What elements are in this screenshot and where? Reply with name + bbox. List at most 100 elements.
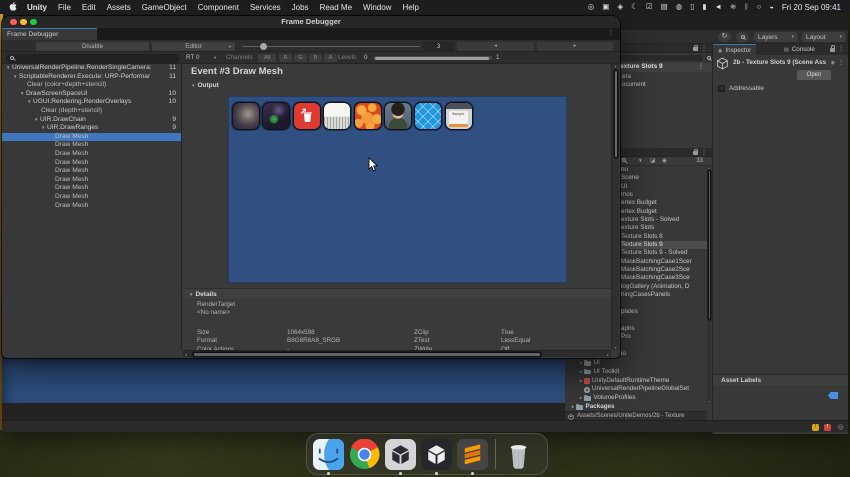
vertical-scrollbar[interactable]: ▴ ▾ (611, 64, 619, 350)
tab-console[interactable]: ▤ Console (779, 44, 820, 55)
console-warning-icon[interactable]: ! (812, 423, 819, 431)
scroll-down-icon[interactable]: ▾ (707, 400, 711, 404)
dock-app-unity-hub[interactable] (385, 438, 416, 475)
apple-menu-icon[interactable] (9, 2, 17, 13)
event-tree-row[interactable]: ▼ UIR.DrawRanges 9 (2, 124, 181, 133)
event-tree-row[interactable]: Draw Mesh (2, 184, 181, 193)
menu-item-help[interactable]: Help (402, 3, 418, 12)
previous-event-button[interactable]: ◂ (457, 41, 534, 51)
menu-item-assets[interactable]: Assets (107, 3, 131, 12)
target-dropdown[interactable]: Editor ▾ (152, 41, 235, 51)
disable-button[interactable]: Disable (36, 41, 149, 51)
lock-icon[interactable] (830, 45, 836, 52)
scrollbar-thumb[interactable] (707, 170, 711, 320)
scroll-down-icon[interactable]: ▾ (612, 346, 619, 350)
shortcuts-icon[interactable]: ◎ (588, 0, 595, 14)
event-slider[interactable] (242, 42, 420, 50)
scrollbar-thumb[interactable] (613, 70, 618, 158)
output-foldout[interactable]: ▼ Output (191, 82, 219, 89)
slider-handle[interactable] (260, 42, 267, 50)
kebab-menu-icon[interactable]: ⋮ (701, 46, 707, 53)
scroll-left-icon[interactable]: ◂ (185, 351, 187, 358)
channel-button-r[interactable]: R (279, 54, 292, 62)
console-error-icon[interactable]: ! (824, 423, 831, 431)
wifi-icon[interactable]: ≋ (730, 0, 736, 14)
ui-sample-texture[interactable]: Sample (444, 102, 473, 130)
project-folder-row[interactable]: ▸ UI (565, 359, 707, 368)
fold-open-icon[interactable]: ▼ (13, 74, 17, 79)
moon-icon[interactable]: ☾ (631, 0, 638, 14)
kebab-menu-icon[interactable]: ⋮ (698, 64, 704, 71)
quilt-texture[interactable] (414, 102, 443, 130)
channel-button-g[interactable]: G (294, 54, 307, 62)
lock-icon[interactable] (693, 148, 699, 155)
display-icon[interactable]: ▣ (602, 0, 609, 14)
kebab-menu-icon[interactable]: ⋮ (608, 30, 614, 37)
event-tree-row[interactable]: ▼ ScriptableRenderer.Execute: URP-Perform… (2, 73, 181, 82)
rt-dropdown[interactable]: RT 0 (186, 52, 199, 64)
lava-texture[interactable] (353, 102, 382, 130)
undo-history-icon[interactable]: ↻ (718, 32, 731, 42)
dock-app-sublime-text[interactable] (457, 438, 488, 475)
dock-app-finder[interactable] (313, 438, 344, 475)
project-folder-row[interactable]: ▸ UI Toolkit (565, 368, 707, 377)
lock-icon[interactable] (693, 44, 699, 51)
menu-item-component[interactable]: Component (198, 3, 239, 12)
event-tree-row[interactable]: Draw Mesh (2, 167, 181, 176)
event-tree-row[interactable]: Draw Mesh (2, 141, 181, 150)
menu-item-read-me[interactable]: Read Me (320, 3, 352, 12)
hierarchy-item[interactable]: ocument (622, 81, 702, 89)
menu-item-gameobject[interactable]: GameObject (142, 3, 187, 12)
fold-open-icon[interactable]: ▼ (6, 65, 10, 70)
bluetooth-icon[interactable]: ᛒ (744, 0, 749, 14)
menu-item-jobs[interactable]: Jobs (292, 3, 309, 12)
hierarchy-item[interactable]: era (622, 73, 702, 81)
project-search-icon[interactable] (622, 158, 626, 165)
kebab-menu-icon[interactable]: ⋮ (838, 46, 844, 53)
project-folder-row[interactable]: UniversalRenderPipelineGlobalSet (565, 385, 707, 394)
event-tree-row[interactable]: Draw Mesh (2, 176, 181, 185)
levels-slider[interactable] (374, 56, 492, 60)
event-tree-row[interactable]: Draw Mesh (2, 132, 181, 142)
scroll-up-icon[interactable]: ▴ (612, 64, 619, 68)
menu-item-services[interactable]: Services (250, 3, 281, 12)
menu-item-edit[interactable]: Edit (82, 3, 96, 12)
frame-debugger-titlebar[interactable]: Frame Debugger (2, 16, 620, 28)
battery-icon[interactable]: ▮ (702, 0, 706, 14)
layout-dropdown[interactable]: Layout ▾ (802, 32, 846, 42)
fur-texture[interactable] (323, 102, 352, 130)
channel-button-a[interactable]: A (324, 54, 337, 62)
event-tree-row[interactable]: ▼ DrawScreenSpaceUI 10 (2, 90, 181, 99)
channel-button-all[interactable]: All (258, 54, 276, 62)
kebab-menu-icon[interactable]: ⋮ (701, 150, 707, 157)
layers-dropdown[interactable]: Layers ▾ (754, 32, 798, 42)
details-foldout[interactable]: ▼ Details (183, 288, 611, 299)
menu-item-unity[interactable]: Unity (27, 3, 47, 12)
spotlight-icon[interactable]: ○ (757, 0, 762, 14)
keyboard-icon[interactable]: ▤ (661, 0, 668, 14)
project-filter-icon[interactable]: ▾ (639, 158, 642, 165)
menu-clock[interactable]: Fri 20 Sep 09:41 (782, 3, 841, 12)
event-tree-row[interactable]: Draw Mesh (2, 150, 181, 159)
globe-icon[interactable]: ◍ (676, 0, 683, 14)
event-tree-row[interactable]: Clear (depth+stencil) (2, 107, 181, 116)
project-scrollbar[interactable]: ▴ ▾ (707, 166, 711, 404)
dock-app-trash[interactable] (503, 439, 534, 470)
tasks-icon[interactable]: ☑ (646, 0, 653, 14)
fold-open-icon[interactable]: ▼ (27, 99, 31, 104)
delete-texture[interactable] (292, 102, 321, 130)
hierarchy-search-icon[interactable] (705, 54, 712, 61)
horizontal-scrollbar[interactable]: ◂ ▸ (183, 350, 611, 357)
control-center-icon[interactable]: ◒ (769, 0, 774, 14)
character-texture[interactable] (383, 102, 412, 130)
tab-frame-debugger[interactable]: Frame Debugger (2, 28, 97, 40)
event-tree-row[interactable]: ▼ UniversalRenderPipeline.RenderSingleCam… (2, 64, 181, 73)
collab-status-icon[interactable]: ◎ (837, 424, 844, 431)
project-label-filter-icon[interactable]: ◉ (662, 158, 667, 165)
search-icon[interactable] (736, 32, 749, 42)
event-tree-row[interactable]: ▼ UIR.DrawChain 9 (2, 116, 181, 125)
project-folder-row[interactable]: ▸ UnityDefaultRuntimeTheme (565, 377, 707, 386)
project-folder-row[interactable]: ▸ VolumeProfiles (565, 394, 707, 403)
fold-open-icon[interactable]: ▼ (34, 117, 38, 122)
event-tree-row[interactable]: Draw Mesh (2, 193, 181, 202)
